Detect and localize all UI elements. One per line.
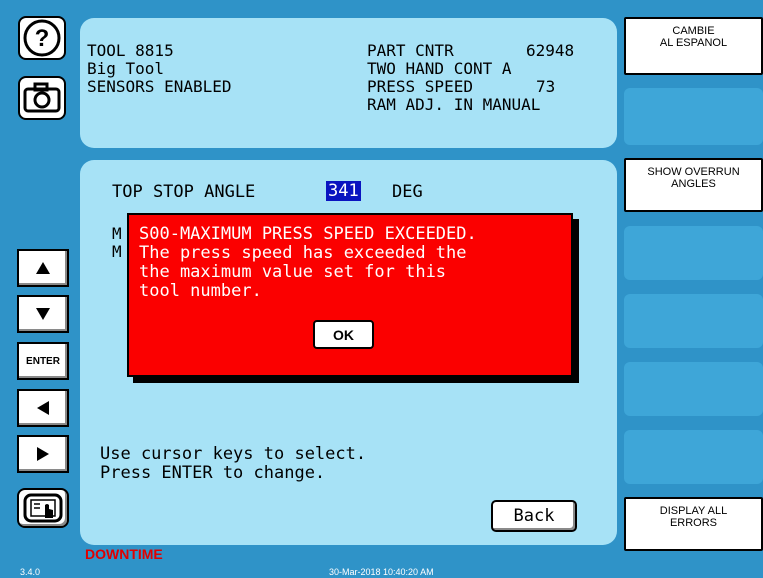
arrow-down-icon — [36, 308, 50, 320]
top-stop-angle-label: TOP STOP ANGLE — [112, 182, 256, 202]
setting-row-2[interactable]: M — [112, 242, 122, 261]
spanish-label-line1: CAMBIE — [672, 25, 715, 37]
camera-button[interactable] — [18, 76, 66, 120]
spanish-button-label: CAMBIE AL ESPANOL — [660, 25, 727, 73]
machine-status: DOWNTIME — [85, 546, 163, 562]
arrow-left-icon — [37, 401, 49, 415]
errors-label-line1: DISPLAY ALL — [659, 505, 728, 517]
overrun-label-line2: ANGLES — [671, 178, 716, 190]
errors-label-line2: ERRORS — [669, 517, 718, 529]
back-label: Back — [513, 506, 555, 526]
touch-screen-icon — [23, 493, 63, 523]
part-counter-value: 62948 — [526, 41, 575, 60]
cursor-down-button[interactable] — [17, 295, 69, 333]
top-stop-angle-value[interactable]: 341 — [326, 181, 361, 201]
svg-text:?: ? — [35, 25, 50, 52]
enter-button[interactable]: ENTER — [17, 342, 69, 380]
date-time: 30-Mar-2018 10:40:20 AM — [329, 567, 434, 577]
overrun-label-line1: SHOW OVERRUN — [647, 166, 740, 178]
two-hand-control: TWO HAND CONT A — [367, 59, 512, 78]
sensors-status: SENSORS ENABLED — [87, 77, 232, 96]
ok-button[interactable]: OK — [313, 320, 374, 349]
part-counter-label: PART CNTR — [367, 41, 454, 60]
header-panel: TOOL 8815 Big Tool SENSORS ENABLED PART … — [80, 18, 617, 148]
errors-button-label: DISPLAY ALL ERRORS — [660, 505, 727, 549]
softkey-blank-4 — [624, 362, 763, 416]
press-speed-value: 73 — [536, 77, 556, 96]
tool-name: Big Tool — [87, 59, 165, 78]
setting-row-1[interactable]: M — [112, 224, 122, 243]
cursor-left-button[interactable] — [17, 389, 69, 427]
display-all-errors-button[interactable]: DISPLAY ALL ERRORS — [624, 497, 763, 551]
arrow-right-icon — [37, 447, 49, 461]
instructions-line-1: Use cursor keys to select. — [100, 444, 367, 464]
camera-icon — [23, 82, 61, 113]
question-mark-icon: ? — [23, 19, 61, 57]
top-stop-angle-unit: DEG — [392, 182, 423, 202]
spanish-language-button[interactable]: CAMBIE AL ESPANOL — [624, 17, 763, 75]
error-line-2: The press speed has exceeded the — [139, 243, 467, 263]
overrun-button-label: SHOW OVERRUN ANGLES — [647, 166, 739, 210]
version-label: 3.4.0 — [20, 567, 41, 577]
softkey-blank-3 — [624, 294, 763, 348]
arrow-up-icon — [36, 262, 50, 274]
spanish-label-line2: AL ESPANOL — [659, 37, 728, 49]
tool-number: TOOL 8815 — [87, 41, 174, 60]
touch-screen-button[interactable] — [17, 488, 69, 528]
error-line-3: the maximum value set for this — [139, 262, 447, 282]
ok-label: OK — [333, 326, 354, 343]
softkey-blank-1 — [624, 88, 763, 145]
ram-adjust-status: RAM ADJ. IN MANUAL — [367, 95, 541, 114]
enter-label: ENTER — [26, 355, 60, 367]
error-title: S00-MAXIMUM PRESS SPEED EXCEEDED. — [139, 224, 477, 244]
cursor-up-button[interactable] — [17, 249, 69, 287]
error-dialog: S00-MAXIMUM PRESS SPEED EXCEEDED. The pr… — [127, 213, 573, 377]
cursor-right-button[interactable] — [17, 435, 69, 473]
softkey-blank-2 — [624, 226, 763, 280]
help-button[interactable]: ? — [18, 16, 66, 60]
press-speed-label: PRESS SPEED — [367, 77, 473, 96]
back-button[interactable]: Back — [491, 500, 577, 532]
softkey-blank-5 — [624, 430, 763, 484]
show-overrun-angles-button[interactable]: SHOW OVERRUN ANGLES — [624, 158, 763, 212]
instructions-line-2: Press ENTER to change. — [100, 463, 326, 483]
error-line-4: tool number. — [139, 281, 262, 301]
